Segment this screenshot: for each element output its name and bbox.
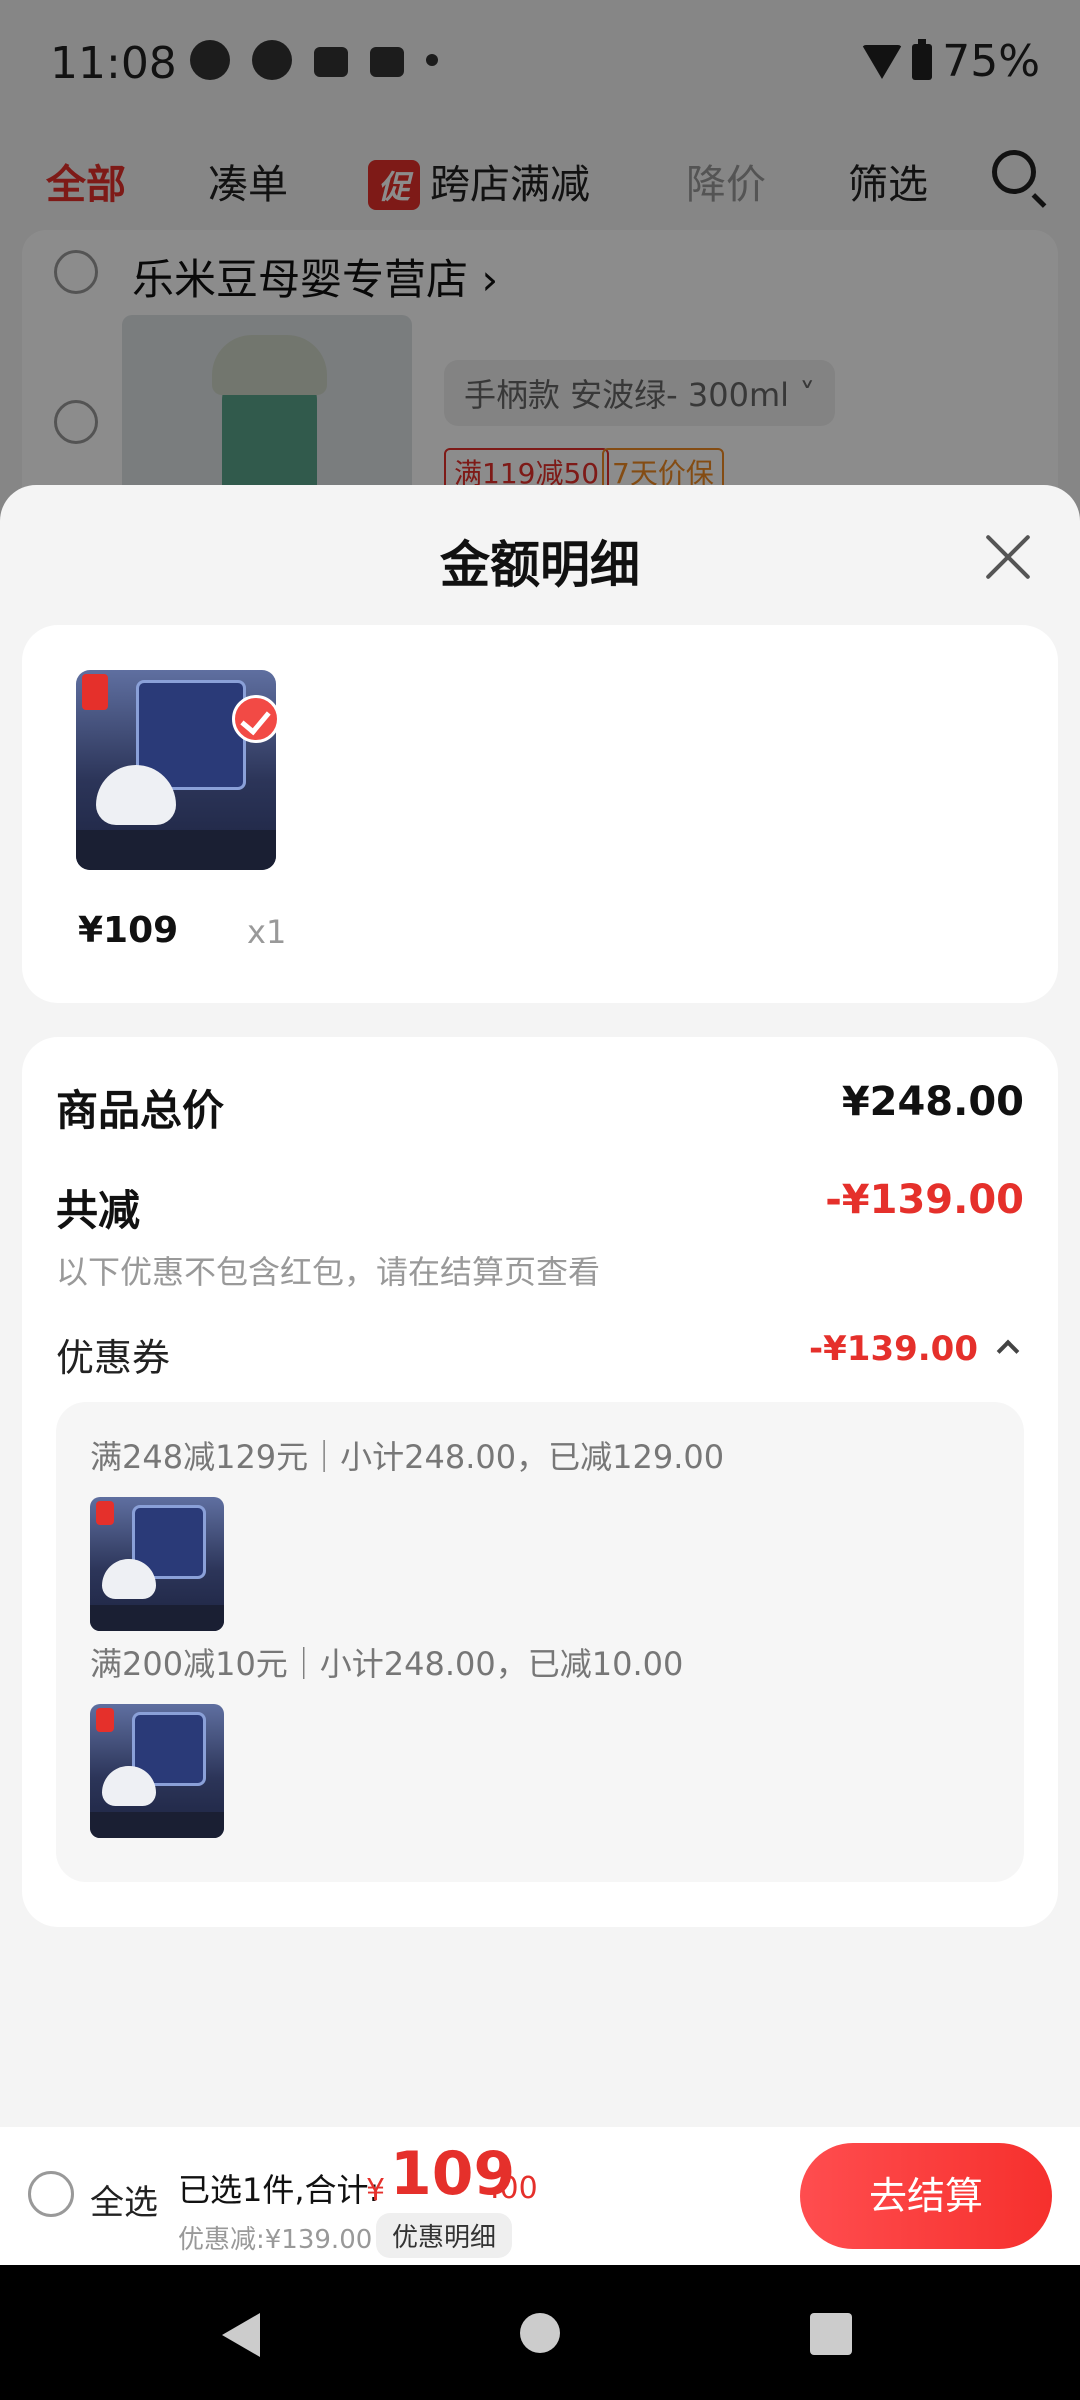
- home-icon[interactable]: [520, 2313, 560, 2353]
- item-price: ¥109: [78, 910, 179, 951]
- amount-detail-sheet: 金额明细 ¥109 x1 商品总价 ¥248.00 共减 -¥139.00 以下…: [0, 485, 1080, 2265]
- selected-items-card: ¥109 x1: [22, 625, 1058, 1003]
- coupon-2-product-thumbnail: [90, 1704, 224, 1838]
- display-base: [90, 1812, 224, 1838]
- checkout-bar: 全选 已选1件,合计: ¥ 109 .00 优惠减:¥139.00 优惠明细 去…: [0, 2127, 1080, 2265]
- select-all-radio[interactable]: [28, 2171, 74, 2217]
- price-summary-card: 商品总价 ¥248.00 共减 -¥139.00 以下优惠不包含红包，请在结算页…: [22, 1037, 1058, 1927]
- coupon-line-2: 满200减10元｜小计248.00，已减10.00: [90, 1645, 684, 1683]
- check-icon: [232, 695, 280, 743]
- recent-apps-icon[interactable]: [810, 2313, 852, 2355]
- coupon-line-1: 满248减129元｜小计248.00，已减129.00: [90, 1438, 725, 1476]
- display-base: [76, 830, 276, 870]
- discount-summary: 优惠减:¥139.00: [178, 2225, 373, 2255]
- system-nav-bar: [0, 2265, 1080, 2400]
- chevron-up-icon[interactable]: [996, 1339, 1020, 1363]
- discount-label: 共减: [56, 1186, 141, 1235]
- total-decimal: .00: [490, 2171, 538, 2206]
- checkout-button[interactable]: 去结算: [800, 2143, 1052, 2249]
- coupon-label[interactable]: 优惠券: [56, 1327, 170, 1382]
- subtotal-label: 商品总价: [56, 1086, 225, 1135]
- subtotal-value: ¥248.00: [841, 1079, 1024, 1125]
- select-all-label[interactable]: 全选: [90, 2175, 158, 2224]
- discount-detail-button[interactable]: 优惠明细: [376, 2213, 513, 2258]
- sheet-title: 金额明细: [440, 536, 640, 594]
- back-icon[interactable]: [222, 2313, 260, 2357]
- close-icon[interactable]: [982, 531, 1034, 583]
- coupon-1-product-thumbnail: [90, 1497, 224, 1631]
- brand-logo: [96, 1501, 114, 1525]
- item-qty: x1: [247, 913, 287, 951]
- coupon-detail-box: 满248减129元｜小计248.00，已减129.00 满200减10元｜小计2…: [56, 1402, 1024, 1882]
- coupon-value[interactable]: -¥139.00: [809, 1329, 978, 1369]
- currency-symbol: ¥: [366, 2173, 386, 2208]
- selected-count: 已选1件,合计:: [178, 2171, 380, 2209]
- discount-value: -¥139.00: [825, 1177, 1024, 1223]
- brand-logo: [82, 674, 108, 710]
- display-base: [90, 1605, 224, 1631]
- discount-note: 以下优惠不包含红包，请在结算页查看: [56, 1253, 601, 1291]
- brand-logo: [96, 1708, 114, 1732]
